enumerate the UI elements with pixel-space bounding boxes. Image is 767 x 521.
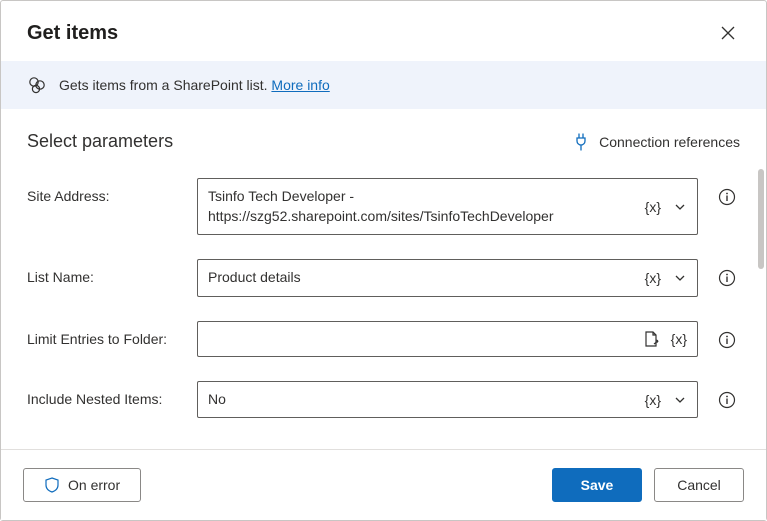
help-button[interactable] <box>714 387 740 413</box>
close-button[interactable] <box>716 21 740 45</box>
plug-icon <box>573 133 589 151</box>
dialog: Get items Gets items from a SharePoint l… <box>0 0 767 521</box>
dialog-header: Get items <box>1 1 766 61</box>
input-actions: {x} <box>635 260 697 296</box>
dropdown-button[interactable] <box>669 267 691 289</box>
info-text: Gets items from a SharePoint list. <box>59 77 271 93</box>
sharepoint-icon <box>27 75 47 95</box>
save-label: Save <box>581 477 614 493</box>
token-picker-button[interactable]: {x} <box>641 197 665 217</box>
close-icon <box>720 25 736 41</box>
info-text-wrap: Gets items from a SharePoint list. More … <box>59 77 330 93</box>
include-nested-input[interactable]: No {x} <box>197 381 698 419</box>
include-nested-label: Include Nested Items: <box>27 381 187 407</box>
info-banner: Gets items from a SharePoint list. More … <box>1 61 766 109</box>
site-address-label: Site Address: <box>27 178 187 204</box>
info-icon <box>718 331 736 349</box>
include-nested-value[interactable]: No <box>198 382 635 418</box>
on-error-button[interactable]: On error <box>23 468 141 502</box>
section-title: Select parameters <box>27 131 173 152</box>
shield-icon <box>44 477 60 493</box>
list-name-input[interactable]: Product details {x} <box>197 259 698 297</box>
on-error-label: On error <box>68 477 120 493</box>
input-actions: {x} <box>635 382 697 418</box>
footer-right: Save Cancel <box>552 468 744 502</box>
connection-references-label: Connection references <box>599 134 740 150</box>
more-info-link[interactable]: More info <box>271 77 329 93</box>
dialog-title: Get items <box>27 22 118 45</box>
save-button[interactable]: Save <box>552 468 642 502</box>
scrollbar-thumb[interactable] <box>758 169 764 269</box>
dropdown-button[interactable] <box>669 389 691 411</box>
chevron-down-icon <box>673 393 687 407</box>
limit-folder-input[interactable]: {x} <box>197 321 698 357</box>
limit-folder-label: Limit Entries to Folder: <box>27 321 187 347</box>
help-button[interactable] <box>714 327 740 353</box>
file-picker-button[interactable] <box>639 326 663 352</box>
cancel-label: Cancel <box>677 477 721 493</box>
chevron-down-icon <box>673 271 687 285</box>
list-name-value[interactable]: Product details <box>198 260 635 296</box>
param-list-name: List Name: Product details {x} <box>27 259 740 297</box>
token-picker-button[interactable]: {x} <box>641 390 665 410</box>
chevron-down-icon <box>673 200 687 214</box>
token-picker-button[interactable]: {x} <box>641 268 665 288</box>
list-name-label: List Name: <box>27 259 187 285</box>
dropdown-button[interactable] <box>669 196 691 218</box>
site-address-value[interactable]: Tsinfo Tech Developer - https://szg52.sh… <box>198 179 635 234</box>
info-icon <box>718 269 736 287</box>
help-button[interactable] <box>714 184 740 210</box>
info-icon <box>718 188 736 206</box>
input-actions: {x} <box>633 322 697 356</box>
param-limit-folder: Limit Entries to Folder: {x} <box>27 321 740 357</box>
token-picker-button[interactable]: {x} <box>667 329 691 349</box>
limit-folder-value[interactable] <box>198 322 633 356</box>
section-head: Select parameters Connection references <box>27 131 740 152</box>
dialog-content: Select parameters Connection references … <box>1 109 766 449</box>
cancel-button[interactable]: Cancel <box>654 468 744 502</box>
site-address-input[interactable]: Tsinfo Tech Developer - https://szg52.sh… <box>197 178 698 235</box>
param-site-address: Site Address: Tsinfo Tech Developer - ht… <box>27 178 740 235</box>
param-include-nested: Include Nested Items: No {x} <box>27 381 740 419</box>
input-actions: {x} <box>635 179 697 234</box>
help-button[interactable] <box>714 265 740 291</box>
dialog-footer: On error Save Cancel <box>1 449 766 520</box>
connection-references-button[interactable]: Connection references <box>573 133 740 151</box>
info-icon <box>718 391 736 409</box>
file-picker-icon <box>643 330 659 348</box>
